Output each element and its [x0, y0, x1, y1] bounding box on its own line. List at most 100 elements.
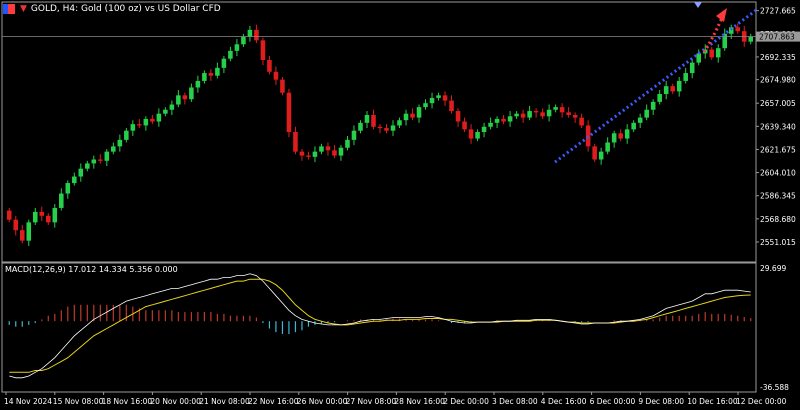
bear-candle	[254, 29, 259, 41]
chart-canvas: 2727.6652710.0002692.3352674.9802657.005…	[1, 1, 800, 406]
time-tick-label: 21 Nov 08:00	[199, 397, 250, 406]
bull-candle	[351, 130, 357, 140]
bull-candle	[676, 80, 682, 92]
bull-candle	[390, 125, 396, 131]
price-tick-label: 2568.680	[760, 215, 796, 224]
trendline	[554, 9, 757, 164]
bear-candle	[98, 159, 103, 161]
bull-candle	[488, 122, 493, 127]
time-tick-label: 3 Dec 08:00	[492, 397, 538, 406]
bull-candle	[189, 87, 194, 100]
bear-candle	[332, 150, 337, 156]
bull-candle	[195, 80, 201, 88]
bull-candle	[85, 163, 90, 169]
bull-candle	[169, 104, 175, 110]
time-tick-label: 6 Dec 00:00	[590, 397, 636, 406]
bull-candle	[32, 211, 38, 223]
time-tick-label: 26 Nov 00:00	[297, 397, 348, 406]
bull-candle	[644, 109, 649, 118]
bull-candle	[650, 101, 656, 110]
bull-candle	[748, 36, 754, 42]
bear-candle	[208, 73, 214, 76]
bear-candle	[19, 230, 25, 241]
price-tick-label: 2586.345	[760, 192, 796, 201]
bull-candle	[312, 151, 318, 157]
bull-candle	[143, 118, 149, 126]
bull-candle	[527, 111, 532, 118]
bull-candle	[403, 113, 409, 121]
bear-candle	[735, 27, 741, 32]
symbol-icon	[3, 4, 15, 14]
bull-candle	[78, 168, 84, 177]
bear-candle	[377, 126, 383, 129]
bull-candle	[637, 117, 643, 123]
bull-candle	[117, 139, 123, 147]
bear-candle	[13, 219, 19, 231]
bear-candle	[410, 113, 415, 118]
bull-candle	[26, 222, 32, 241]
projection-arrow	[702, 17, 724, 53]
bear-candle	[371, 114, 376, 127]
macd-label: MACD(12,26,9) 17.012 14.334 5.356 0.000	[5, 265, 178, 274]
price-tick-label: 2674.980	[760, 76, 796, 85]
bull-candle	[423, 103, 428, 108]
time-tick-label: 18 Nov 16:00	[102, 397, 153, 406]
price-candles	[6, 23, 754, 246]
chart-frame	[1, 1, 757, 393]
bull-candle	[546, 109, 552, 117]
bull-candle	[696, 53, 701, 63]
bull-candle	[241, 36, 246, 45]
bull-candle	[481, 126, 487, 132]
bull-candle	[631, 122, 636, 130]
time-tick-label: 4 Dec 16:00	[541, 397, 587, 406]
bear-candle	[566, 112, 571, 115]
bull-candle	[364, 114, 370, 123]
price-tick-label: 2727.665	[760, 7, 796, 16]
bear-candle	[533, 111, 539, 113]
bear-candle	[280, 79, 285, 93]
bear-candle	[299, 151, 305, 156]
macd-panel-frame	[1, 262, 757, 393]
price-tick-label: 2551.015	[760, 238, 796, 247]
bull-candle	[514, 113, 519, 117]
bull-candle	[215, 67, 220, 76]
bull-candle	[475, 132, 480, 139]
bull-candle	[156, 113, 162, 122]
bull-candle	[416, 107, 422, 118]
time-tick-label: 2 Dec 00:00	[443, 397, 489, 406]
bull-candle	[234, 44, 240, 51]
bull-candle	[247, 29, 253, 37]
bear-candle	[455, 111, 461, 122]
bear-candle	[384, 128, 389, 131]
price-tick-label: 2639.340	[760, 122, 796, 131]
bear-candle	[468, 129, 474, 139]
bear-candle	[273, 71, 279, 80]
bear-candle	[442, 95, 448, 101]
bear-candle	[520, 113, 526, 118]
time-tick-label: 28 Nov 16:00	[394, 397, 445, 406]
bull-candle	[72, 176, 77, 184]
bull-candle	[397, 120, 402, 126]
bear-candle	[260, 40, 266, 60]
bull-candle	[663, 86, 669, 95]
bear-candle	[670, 86, 675, 92]
bull-candle	[598, 151, 604, 160]
dropdown-arrow-icon[interactable]: ▼	[20, 4, 27, 14]
bear-candle	[39, 211, 45, 216]
bull-candle	[59, 193, 64, 208]
bull-candle	[202, 73, 207, 81]
bear-candle	[46, 215, 51, 223]
bear-candle	[709, 49, 714, 58]
bear-candle	[267, 59, 272, 72]
bull-candle	[657, 94, 662, 102]
bull-candle	[163, 109, 168, 114]
time-tick-label: 27 Nov 08:00	[346, 397, 397, 406]
bull-candle	[611, 133, 617, 143]
bear-candle	[306, 155, 311, 157]
time-tick-label: 15 Nov 08:00	[53, 397, 104, 406]
time-tick-label: 20 Nov 00:00	[150, 397, 201, 406]
chart-title-bar: ▼ GOLD, H4: Gold (100 oz) vs US Dollar C…	[3, 2, 221, 16]
time-tick-label: 12 Dec 00:00	[736, 397, 787, 406]
bear-candle	[540, 112, 545, 117]
price-overlay	[2, 2, 757, 164]
